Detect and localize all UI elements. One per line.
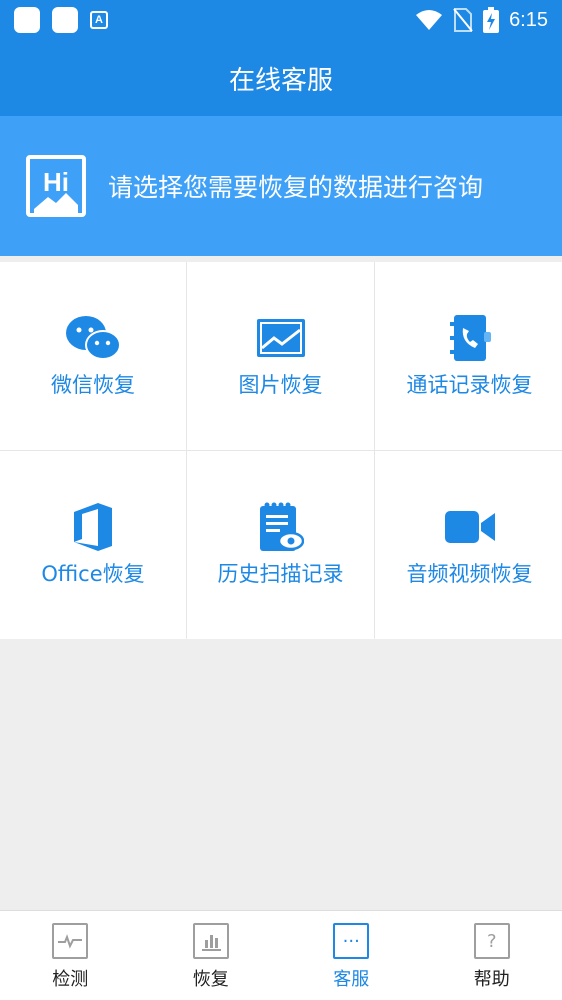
app-bar: 在线客服 <box>0 40 562 116</box>
wifi-icon <box>416 10 443 30</box>
page-title: 在线客服 <box>228 65 333 96</box>
cell-label: 通话记录恢复 <box>406 373 533 397</box>
cell-label: 音频视频恢复 <box>406 562 533 586</box>
banner: Hi 请选择您需要恢复的数据进行咨询 <box>0 116 562 256</box>
cell-label: 历史扫描记录 <box>217 562 344 586</box>
bar-chart-icon <box>192 923 229 959</box>
audio-video-recovery-button[interactable]: 音频视频恢复 <box>375 451 562 639</box>
image-icon <box>256 319 305 357</box>
nav-label: 检测 <box>52 969 89 990</box>
status-time: 6:15 <box>509 8 548 31</box>
keyboard-notification-icon: A <box>90 11 108 29</box>
service-grid: 微信恢复 图片恢复 通话记录恢复 Office恢复 历史扫描记录 音频视频恢复 <box>0 262 562 639</box>
phone-book-icon <box>449 315 491 361</box>
wechat-recovery-button[interactable]: 微信恢复 <box>0 262 186 450</box>
pulse-icon <box>52 923 89 959</box>
cell-label: Office恢复 <box>41 562 145 586</box>
nav-label: 恢复 <box>192 969 229 990</box>
hi-icon: Hi <box>26 155 86 217</box>
nav-item-detect[interactable]: 检测 <box>0 911 141 1000</box>
office-icon <box>74 503 112 551</box>
bottom-nav: 检测 恢复 ··· 客服 ? 帮助 <box>0 910 562 1000</box>
call-log-recovery-button[interactable]: 通话记录恢复 <box>375 262 562 450</box>
battery-charging-icon <box>483 7 500 33</box>
history-scan-button[interactable]: 历史扫描记录 <box>187 451 374 639</box>
wechat-icon <box>66 316 121 360</box>
cell-label: 图片恢复 <box>238 373 323 397</box>
nav-item-help[interactable]: ? 帮助 <box>422 911 562 1000</box>
banner-text: 请选择您需要恢复的数据进行咨询 <box>108 173 484 202</box>
help-icon: ? <box>473 923 510 959</box>
office-recovery-button[interactable]: Office恢复 <box>0 451 186 639</box>
notification-square-icon <box>14 7 40 33</box>
nav-item-recover[interactable]: 恢复 <box>141 911 282 1000</box>
nav-item-service[interactable]: ··· 客服 <box>281 911 422 1000</box>
svg-text:Hi: Hi <box>43 167 69 197</box>
notification-square-icon <box>52 7 78 33</box>
no-sim-icon <box>453 8 473 32</box>
status-bar: A 6:15 <box>0 0 562 40</box>
cell-label: 微信恢复 <box>51 373 135 397</box>
image-recovery-button[interactable]: 图片恢复 <box>187 262 374 450</box>
nav-label: 客服 <box>333 969 370 990</box>
video-camera-icon <box>444 511 495 543</box>
history-scan-icon <box>259 502 304 551</box>
chat-dots-icon: ··· <box>333 923 370 959</box>
nav-label: 帮助 <box>473 969 510 990</box>
